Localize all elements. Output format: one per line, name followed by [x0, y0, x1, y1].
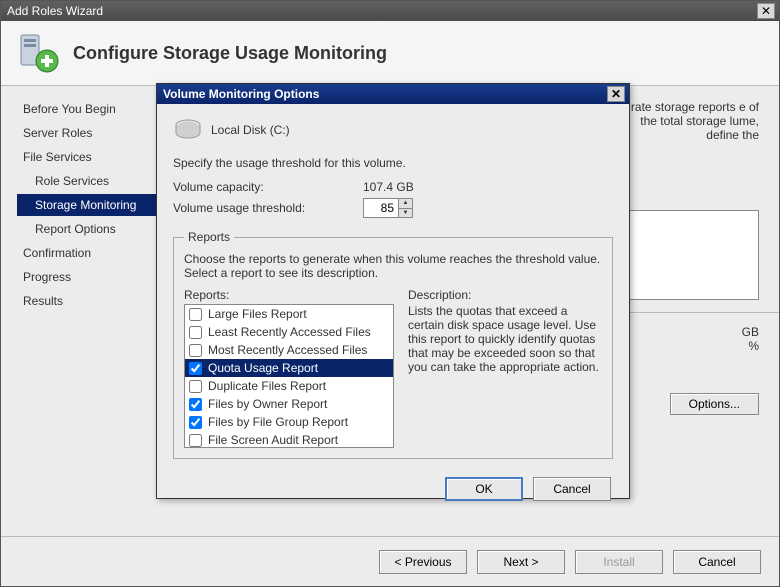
options-button[interactable]: Options... — [670, 393, 759, 415]
report-label: Files by File Group Report — [208, 415, 348, 429]
report-checkbox[interactable] — [189, 380, 202, 393]
report-checkbox[interactable] — [189, 308, 202, 321]
capacity-value: 107.4 GB — [363, 180, 443, 194]
threshold-input[interactable] — [364, 199, 398, 217]
next-button[interactable]: Next > — [477, 550, 565, 574]
close-icon[interactable]: ✕ — [757, 3, 775, 19]
nav-report-options[interactable]: Report Options — [17, 218, 159, 240]
report-label: Large Files Report — [208, 307, 307, 321]
report-label: Least Recently Accessed Files — [208, 325, 371, 339]
spin-down-icon[interactable]: ▼ — [398, 209, 412, 218]
spin-up-icon[interactable]: ▲ — [398, 199, 412, 209]
threshold-gb-suffix: GB — [742, 325, 759, 339]
install-button[interactable]: Install — [575, 550, 663, 574]
wizard-header: Configure Storage Usage Monitoring — [1, 21, 779, 86]
threshold-spinner[interactable]: ▲ ▼ — [363, 198, 413, 218]
nav-storage-monitoring[interactable]: Storage Monitoring — [17, 194, 159, 216]
report-label: File Screen Audit Report — [208, 433, 338, 447]
capacity-label: Volume capacity: — [173, 180, 363, 194]
report-item-files-by-group[interactable]: Files by File Group Report — [185, 413, 393, 431]
dialog-titlebar: Volume Monitoring Options ✕ — [157, 84, 629, 104]
disk-label: Local Disk (C:) — [211, 123, 290, 137]
wizard-footer: < Previous Next > Install Cancel — [1, 536, 779, 586]
disk-row: Local Disk (C:) — [173, 118, 613, 142]
wizard-title: Add Roles Wizard — [7, 1, 103, 21]
reports-list-label: Reports: — [184, 288, 394, 302]
disk-icon — [173, 118, 203, 142]
nav-server-roles[interactable]: Server Roles — [17, 122, 159, 144]
report-item-quota-usage[interactable]: Quota Usage Report — [185, 359, 393, 377]
report-label: Quota Usage Report — [208, 361, 318, 375]
reports-intro: Choose the reports to generate when this… — [184, 252, 602, 280]
report-checkbox[interactable] — [189, 416, 202, 429]
volume-monitoring-options-dialog: Volume Monitoring Options ✕ Local Disk (… — [156, 83, 630, 499]
reports-group: Reports Choose the reports to generate w… — [173, 230, 613, 459]
description-label: Description: — [408, 288, 602, 302]
report-checkbox[interactable] — [189, 344, 202, 357]
report-item-most-recent[interactable]: Most Recently Accessed Files — [185, 341, 393, 359]
report-checkbox[interactable] — [189, 398, 202, 411]
description-text: Lists the quotas that exceed a certain d… — [408, 304, 602, 374]
nav-file-services[interactable]: File Services — [17, 146, 159, 168]
reports-legend: Reports — [184, 230, 234, 244]
nav-role-services[interactable]: Role Services — [17, 170, 159, 192]
reports-listbox[interactable]: Large Files Report Least Recently Access… — [184, 304, 394, 448]
report-checkbox[interactable] — [189, 434, 202, 447]
content-intro-tail: rate storage reports e of the total stor… — [619, 100, 759, 142]
server-icon — [17, 31, 61, 75]
wizard-nav: Before You Begin Server Roles File Servi… — [1, 86, 159, 531]
report-label: Files by Owner Report — [208, 397, 327, 411]
report-item-duplicate-files[interactable]: Duplicate Files Report — [185, 377, 393, 395]
report-label: Duplicate Files Report — [208, 379, 326, 393]
dialog-footer: OK Cancel — [157, 467, 629, 515]
ok-button[interactable]: OK — [445, 477, 523, 501]
report-item-files-by-owner[interactable]: Files by Owner Report — [185, 395, 393, 413]
dialog-title: Volume Monitoring Options — [163, 84, 319, 104]
close-icon[interactable]: ✕ — [607, 86, 625, 102]
nav-before-you-begin[interactable]: Before You Begin — [17, 98, 159, 120]
nav-progress[interactable]: Progress — [17, 266, 159, 288]
threshold-label: Volume usage threshold: — [173, 201, 363, 215]
report-label: Most Recently Accessed Files — [208, 343, 367, 357]
report-item-least-recent[interactable]: Least Recently Accessed Files — [185, 323, 393, 341]
nav-results[interactable]: Results — [17, 290, 159, 312]
report-checkbox[interactable] — [189, 326, 202, 339]
cancel-button[interactable]: Cancel — [673, 550, 761, 574]
cancel-button[interactable]: Cancel — [533, 477, 611, 501]
threshold-pct-suffix: % — [742, 339, 759, 353]
report-item-file-screen-audit[interactable]: File Screen Audit Report — [185, 431, 393, 448]
page-title: Configure Storage Usage Monitoring — [73, 43, 387, 64]
report-checkbox[interactable] — [189, 362, 202, 375]
spec-text: Specify the usage threshold for this vol… — [173, 156, 613, 170]
report-item-large-files[interactable]: Large Files Report — [185, 305, 393, 323]
wizard-titlebar: Add Roles Wizard ✕ — [1, 1, 779, 21]
previous-button[interactable]: < Previous — [379, 550, 467, 574]
nav-confirmation[interactable]: Confirmation — [17, 242, 159, 264]
